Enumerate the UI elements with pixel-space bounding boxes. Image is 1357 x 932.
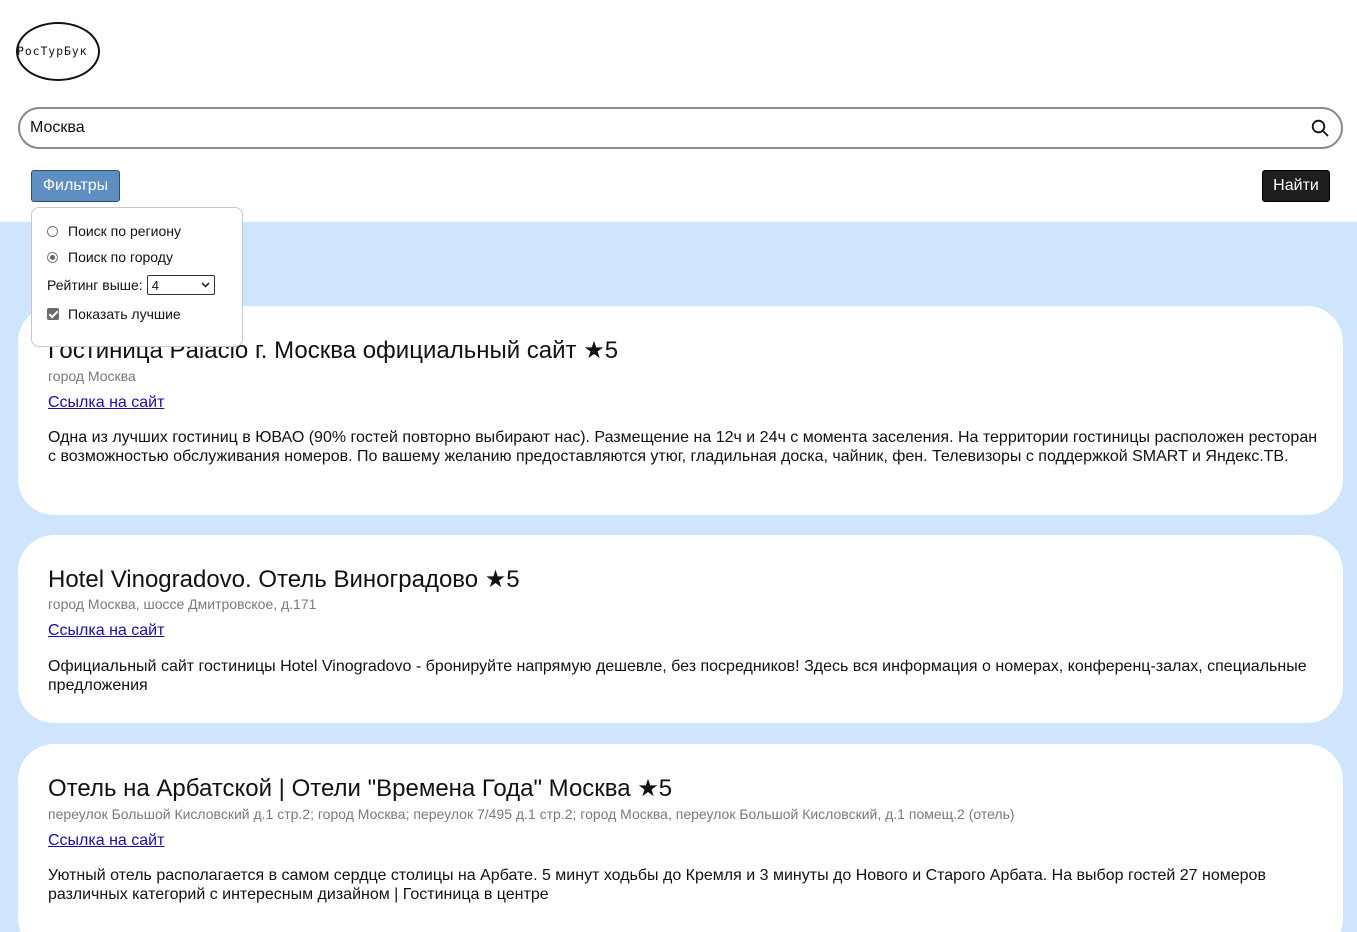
filters-dropdown: Поиск по региону Поиск по городу Рейтинг… [31,207,243,347]
region-radio-label: Поиск по региону [68,223,181,239]
result-card: Hotel Vinogradovo. Отель Виноградово ★5 … [18,535,1343,723]
rating-label: Рейтинг выше: [47,277,143,293]
header: РосТурБук Фильтры Найти [0,0,1357,222]
chevron-down-icon [201,282,210,288]
filters-button[interactable]: Фильтры [31,170,120,202]
result-description: Одна из лучших гостиниц в ЮВАО (90% гост… [48,429,1318,465]
city-radio-label: Поиск по городу [68,249,173,265]
best-checkbox[interactable] [47,308,59,320]
find-button[interactable]: Найти [1262,170,1330,202]
region-radio[interactable] [47,225,58,237]
rating-select[interactable]: 4 [146,275,215,295]
result-address: переулок Большой Кисловский д.1 стр.2; г… [48,806,1015,822]
result-description: Официальный сайт гостиницы Hotel Vinogra… [48,658,1307,694]
filter-city-option[interactable]: Поиск по городу [47,249,173,265]
filter-region-option[interactable]: Поиск по региону [47,223,181,239]
search-icon[interactable] [1311,119,1329,137]
best-checkbox-label: Показать лучшие [68,306,181,322]
result-address: город Москва [48,368,136,384]
logo-text: РосТурБук [17,44,88,58]
rating-select-value: 4 [151,277,159,293]
result-title: Отель на Арбатской | Отели "Времена Года… [48,775,673,802]
result-title: Hotel Vinogradovo. Отель Виноградово ★5 [48,566,520,593]
result-link[interactable]: Ссылка на сайт [48,832,164,850]
result-address: город Москва, шоссе Дмитровское, д.171 [48,596,317,612]
search-box [18,107,1343,149]
result-link[interactable]: Ссылка на сайт [48,394,164,412]
result-card: Отель на Арбатской | Отели "Времена Года… [18,744,1343,932]
result-link[interactable]: Ссылка на сайт [48,622,164,640]
search-input[interactable] [30,115,1290,141]
result-description: Уютный отель располагается в самом сердц… [48,867,1266,903]
filter-best-option[interactable]: Показать лучшие [47,306,181,322]
city-radio[interactable] [47,251,58,263]
filter-rating: Рейтинг выше: 4 [47,275,215,295]
